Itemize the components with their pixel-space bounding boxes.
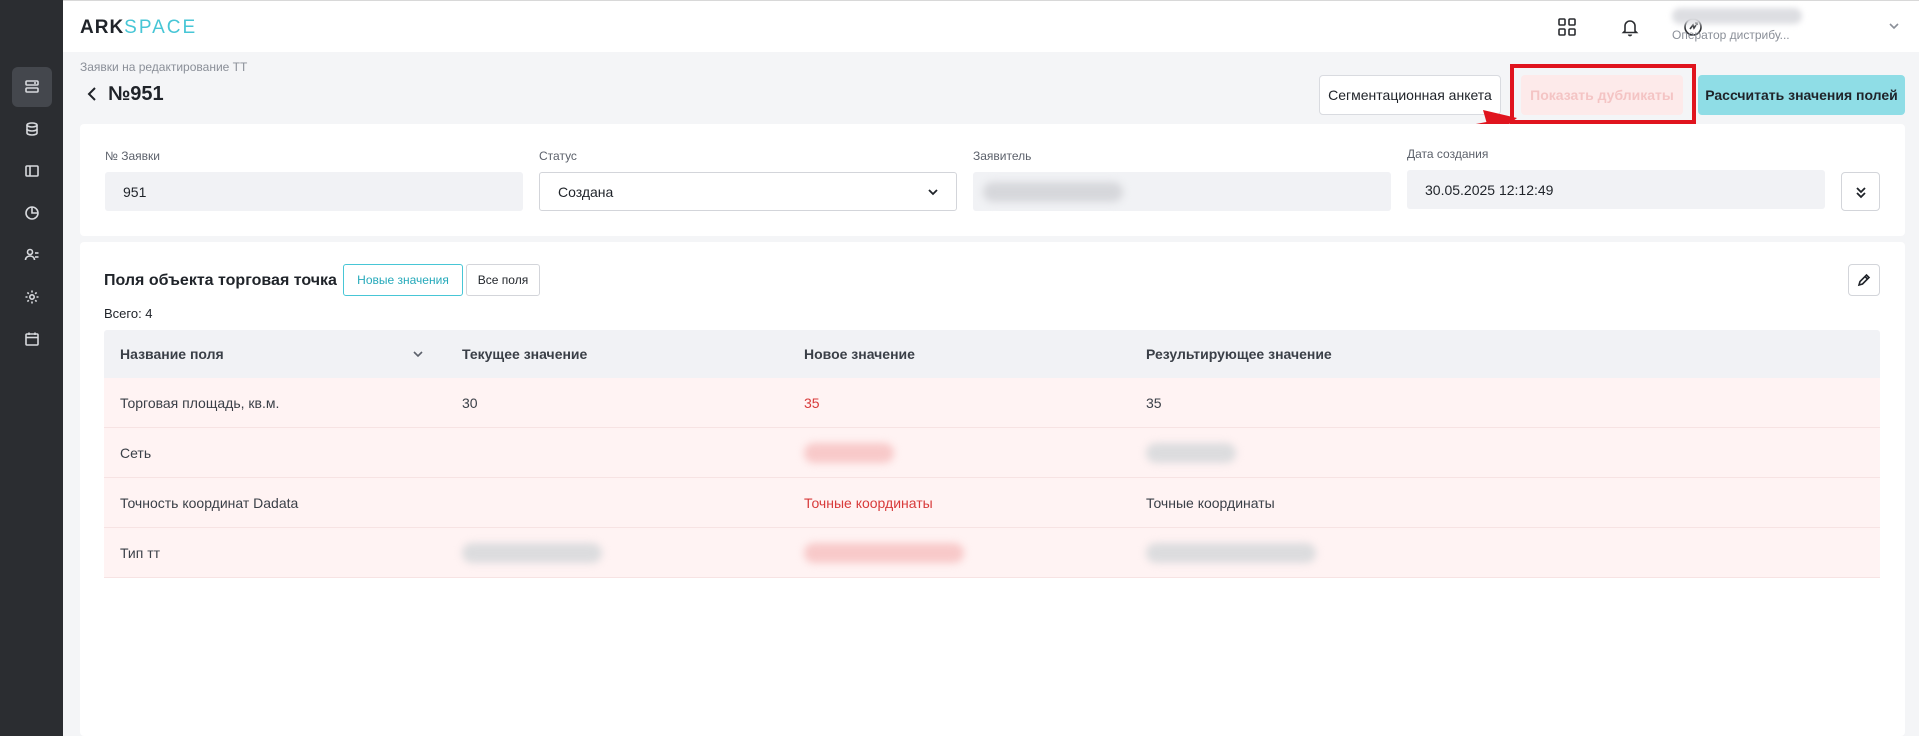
current-value: 30: [462, 395, 478, 411]
chevron-down-icon: [413, 351, 423, 358]
new-value: Точные координаты: [804, 495, 933, 511]
logo-ark: ARK: [80, 17, 125, 38]
redacted-blur: [804, 543, 964, 563]
back-button[interactable]: [84, 86, 100, 102]
applicant-field: [973, 172, 1391, 211]
total-count: Всего: 4: [104, 306, 153, 321]
status-label: Статус: [539, 149, 577, 163]
result-value-redacted: [1146, 428, 1236, 478]
redacted-blur: [1146, 443, 1236, 463]
pie-chart-icon: [25, 206, 39, 220]
result-value-redacted: [1146, 528, 1316, 578]
sidebar-item-users[interactable]: [12, 235, 52, 275]
chevron-down-icon: [1889, 23, 1899, 30]
redacted-blur: [804, 443, 894, 463]
bell-icon: [1621, 20, 1639, 37]
column-header[interactable]: Название поля: [120, 330, 224, 378]
table-row: Тип тт: [104, 528, 1880, 578]
field-name: Тип тт: [120, 545, 161, 561]
sidebar-item-requests[interactable]: [12, 67, 52, 107]
column-header: Новое значение: [804, 346, 915, 362]
chevron-down-icon: [928, 188, 938, 195]
field-name: Точность координат Dadata: [120, 495, 299, 511]
page-title: №951: [108, 83, 164, 105]
status-select[interactable]: Создана: [539, 172, 957, 211]
table-header: Название поля Текущее значение Новое зна…: [104, 330, 1880, 378]
user-menu[interactable]: Оператор дистрибу...: [1672, 4, 1832, 46]
highlight-annotation-box: [1510, 64, 1696, 124]
chevrons-down-icon: [1855, 186, 1866, 198]
request-info-card: № Заявки 951 Статус Создана Заявитель Да…: [80, 124, 1905, 236]
top-bar: ARKSPACE Оператор дистрибу...: [63, 0, 1919, 52]
sidebar-item-settings[interactable]: [12, 277, 52, 317]
expand-details-button[interactable]: [1841, 172, 1880, 211]
pencil-icon: [1857, 273, 1871, 287]
apps-button[interactable]: [1555, 15, 1579, 39]
calendar-icon: [25, 332, 39, 346]
redacted-blur: [462, 543, 602, 563]
sidebar-item-calendar[interactable]: [12, 319, 52, 359]
sidebar-item-analytics[interactable]: [12, 193, 52, 233]
request-number-label: № Заявки: [105, 149, 160, 163]
redacted-blur: [1146, 543, 1316, 563]
fields-table: Название поля Текущее значение Новое зна…: [104, 330, 1880, 578]
sidebar-item-layout[interactable]: [12, 151, 52, 191]
layout-icon: [25, 165, 39, 177]
user-name-redacted: [1672, 8, 1802, 24]
users-icon: [24, 248, 39, 261]
created-date-label: Дата создания: [1407, 147, 1489, 161]
column-header: Текущее значение: [462, 346, 588, 362]
sidebar: [0, 0, 63, 736]
result-value: 35: [1146, 395, 1162, 411]
field-name: Торговая площадь, кв.м.: [120, 395, 280, 411]
calculate-fields-button[interactable]: Рассчитать значения полей: [1698, 75, 1905, 115]
fields-card: Поля объекта торговая точка Новые значен…: [80, 242, 1905, 736]
breadcrumb[interactable]: Заявки на редактирование ТТ: [80, 60, 247, 74]
status-value: Создана: [558, 183, 614, 200]
applicant-redacted: [983, 181, 1123, 202]
logo-space: SPACE: [124, 17, 198, 38]
user-role: Оператор дистрибу...: [1672, 28, 1790, 42]
section-title: Поля объекта торговая точка: [104, 272, 337, 289]
result-value: Точные координаты: [1146, 495, 1275, 511]
user-menu-chevron[interactable]: [1887, 19, 1901, 33]
column-header: Результирующее значение: [1146, 346, 1332, 362]
list-icon: [25, 80, 39, 93]
notifications-button[interactable]: [1618, 15, 1642, 39]
tab-all-fields[interactable]: Все поля: [466, 264, 540, 296]
new-value-redacted: [804, 528, 964, 578]
tab-new-values[interactable]: Новые значения: [343, 264, 463, 296]
sidebar-item-database[interactable]: [12, 109, 52, 149]
field-name: Сеть: [120, 445, 152, 461]
database-icon: [26, 122, 38, 136]
chevron-left-icon: [87, 87, 96, 101]
current-value-redacted: [462, 528, 602, 578]
grid-icon: [1558, 18, 1576, 36]
edit-button[interactable]: [1848, 264, 1880, 296]
new-value-redacted: [804, 428, 894, 478]
table-row: Точность координат Dadata Точные координ…: [104, 478, 1880, 528]
column-sort-button[interactable]: [411, 347, 425, 361]
logo[interactable]: ARKSPACE: [80, 17, 197, 39]
new-value: 35: [804, 395, 820, 411]
created-date-field: 30.05.2025 12:12:49: [1407, 170, 1825, 209]
gear-icon: [25, 290, 39, 304]
applicant-label: Заявитель: [973, 149, 1032, 163]
table-row: Торговая площадь, кв.м. 30 35 35: [104, 378, 1880, 428]
table-row: Сеть: [104, 428, 1880, 478]
request-number-field: 951: [105, 172, 523, 211]
